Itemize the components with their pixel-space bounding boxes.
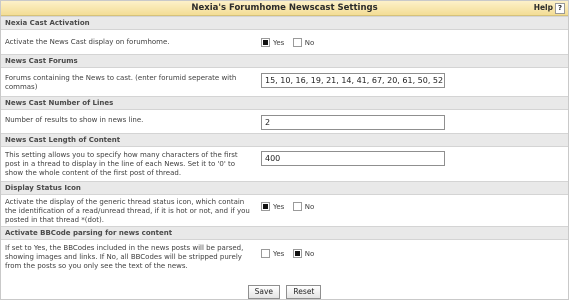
status-icon-yes-radio[interactable]: Yes bbox=[261, 202, 284, 211]
settings-panel: Nexia's Forumhome Newscast Settings Help… bbox=[0, 0, 569, 300]
radio-label: Yes bbox=[273, 202, 285, 211]
status-icon-no-radio[interactable]: No bbox=[292, 202, 315, 211]
bbcode-yes-radio[interactable]: Yes bbox=[261, 249, 284, 258]
setting-description: Forums containing the News to cast. (ent… bbox=[5, 74, 237, 91]
radio-label: No bbox=[304, 202, 315, 211]
save-button[interactable]: Save bbox=[247, 285, 281, 299]
panel-titlebar: Nexia's Forumhome Newscast Settings Help… bbox=[1, 1, 568, 16]
setting-description: This setting allows you to specify how m… bbox=[5, 151, 238, 177]
status-icon-radio-group: Yes No bbox=[261, 202, 320, 213]
setting-description: Activate the News Cast display on forumh… bbox=[5, 38, 170, 46]
activation-radio-group: Yes No bbox=[261, 38, 320, 49]
radio-label: No bbox=[304, 249, 315, 258]
setting-row-forums: Forums containing the News to cast. (ent… bbox=[1, 68, 568, 98]
radio-checked-icon bbox=[261, 38, 270, 47]
section-header-activation: Nexia Cast Activation bbox=[1, 16, 568, 30]
lines-input[interactable]: 2 bbox=[261, 115, 445, 130]
radio-unchecked-icon bbox=[292, 38, 302, 47]
reset-button[interactable]: Reset bbox=[286, 285, 322, 299]
radio-label: Yes bbox=[273, 38, 285, 47]
radio-checked-icon bbox=[292, 249, 302, 258]
radio-unchecked-icon bbox=[292, 202, 302, 211]
setting-description: Number of results to show in news line. bbox=[5, 116, 144, 124]
help-link[interactable]: Help? bbox=[534, 2, 565, 14]
form-button-bar: Save Reset bbox=[1, 285, 568, 299]
section-header-lines: News Cast Number of Lines bbox=[1, 96, 568, 110]
setting-row-activation: Activate the News Cast display on forumh… bbox=[1, 30, 568, 52]
setting-description: Activate the display of the generic thre… bbox=[5, 198, 250, 224]
activation-no-radio[interactable]: No bbox=[292, 38, 315, 47]
bbcode-radio-group: Yes No bbox=[261, 249, 320, 260]
setting-row-bbcode: If set to Yes, the BBCodes included in t… bbox=[1, 240, 568, 284]
forums-input[interactable]: 15, 10, 16, 19, 21, 14, 41, 67, 20, 61, … bbox=[261, 73, 445, 88]
bbcode-no-radio[interactable]: No bbox=[292, 249, 315, 258]
setting-description: If set to Yes, the BBCodes included in t… bbox=[5, 244, 244, 270]
radio-unchecked-icon bbox=[261, 249, 270, 258]
help-label: Help bbox=[533, 3, 553, 12]
section-header-forums: News Cast Forums bbox=[1, 54, 568, 68]
activation-yes-radio[interactable]: Yes bbox=[261, 38, 284, 47]
radio-label: Yes bbox=[273, 249, 285, 258]
setting-row-lines: Number of results to show in news line. … bbox=[1, 110, 568, 134]
radio-checked-icon bbox=[261, 202, 270, 211]
radio-label: No bbox=[304, 38, 315, 47]
page-title: Nexia's Forumhome Newscast Settings bbox=[191, 3, 378, 13]
section-header-bbcode: Activate BBCode parsing for news content bbox=[1, 226, 568, 240]
section-header-status-icon: Display Status Icon bbox=[1, 181, 568, 195]
section-header-length: News Cast Length of Content bbox=[1, 133, 568, 147]
help-icon: ? bbox=[555, 3, 565, 14]
length-input[interactable]: 400 bbox=[261, 151, 445, 166]
